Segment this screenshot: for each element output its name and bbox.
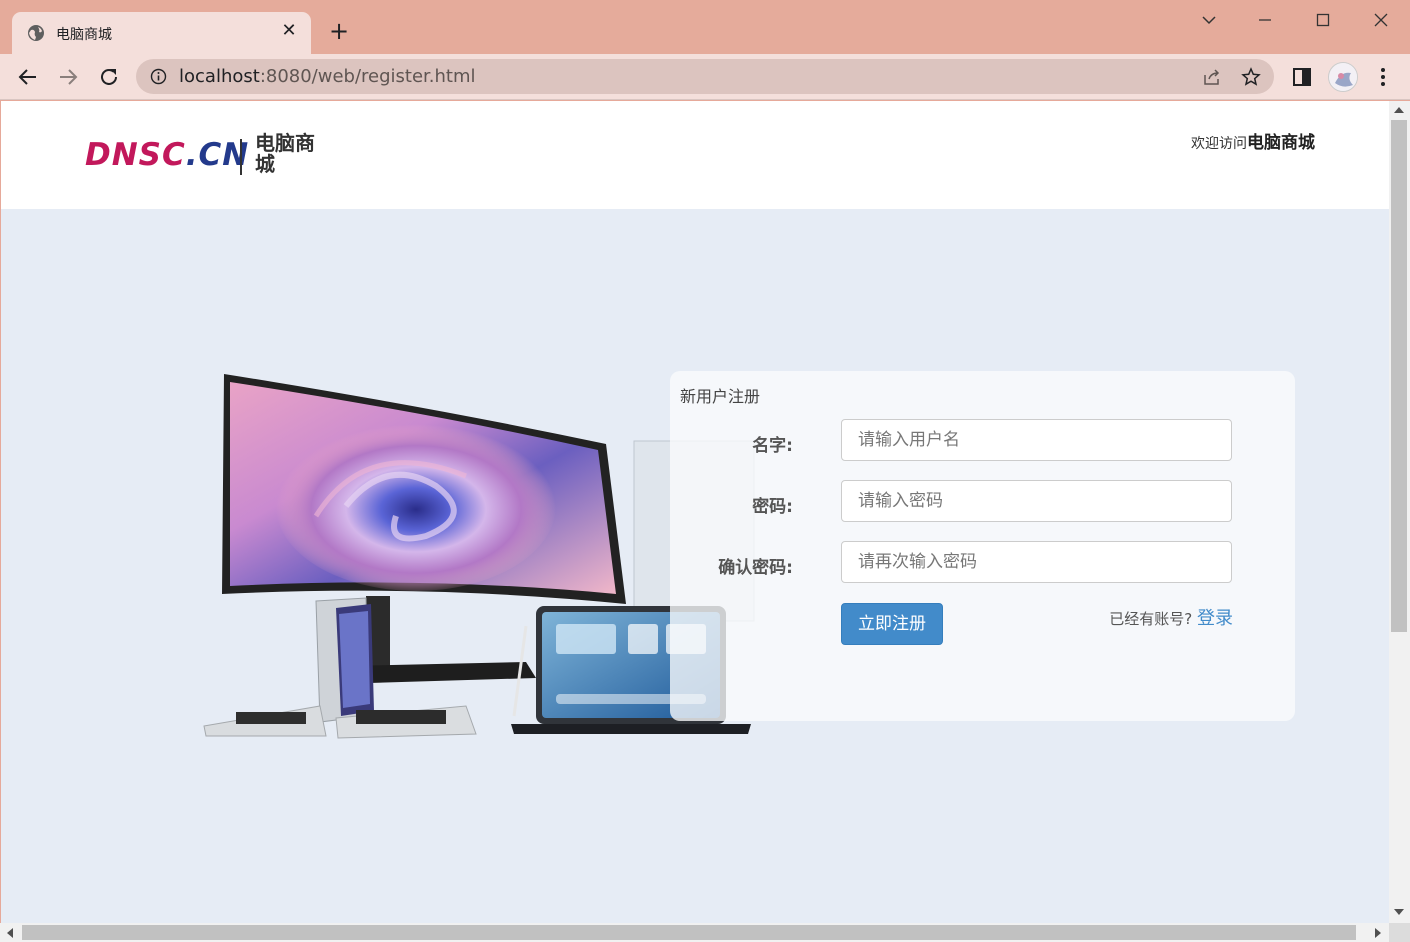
minimize-icon[interactable] [1253, 8, 1277, 32]
browser-titlebar: 电脑商城 ✕ + [0, 0, 1410, 54]
welcome-site-name: 电脑商城 [1247, 133, 1315, 153]
login-prompt: 已经有账号? 登录 [1109, 604, 1233, 630]
url-text[interactable]: localhost:8080/web/register.html [179, 66, 476, 87]
confirm-password-row: 确认密码: [670, 541, 1295, 585]
close-window-icon[interactable] [1369, 8, 1393, 32]
username-input[interactable] [841, 419, 1232, 461]
password-input[interactable] [841, 480, 1232, 522]
back-icon[interactable] [15, 64, 41, 90]
scroll-up-arrow-icon[interactable] [1394, 107, 1404, 113]
profile-picture-icon [1329, 63, 1357, 91]
welcome-prefix: 欢迎访问 [1191, 136, 1247, 152]
login-link[interactable]: 登录 [1197, 608, 1233, 629]
reload-icon[interactable] [96, 64, 122, 90]
username-row: 名字: [670, 419, 1295, 463]
browser-tab[interactable]: 电脑商城 ✕ [12, 12, 311, 54]
maximize-icon[interactable] [1311, 8, 1335, 32]
password-label: 密码: [752, 497, 793, 517]
username-label: 名字: [752, 436, 793, 456]
close-tab-icon[interactable]: ✕ [279, 21, 299, 41]
confirm-password-label: 确认密码: [718, 558, 793, 578]
welcome-message: 欢迎访问电脑商城 [1191, 128, 1315, 153]
panel-title: 新用户注册 [680, 387, 761, 406]
side-panel-icon[interactable] [1291, 66, 1313, 88]
profile-avatar[interactable] [1328, 62, 1358, 92]
scrollbar-corner [1389, 923, 1410, 942]
address-bar[interactable]: localhost:8080/web/register.html [136, 59, 1274, 94]
page-viewport: DNSC.CN 电脑商城 欢迎访问电脑商城 新用户注册 名字: 请输入用户名 密… [1, 101, 1389, 923]
new-tab-icon[interactable]: + [326, 19, 352, 45]
have-account-text: 已经有账号? [1109, 610, 1193, 628]
forward-icon[interactable] [55, 64, 81, 90]
horizontal-scrollbar[interactable] [0, 923, 1389, 942]
bookmark-star-icon[interactable] [1240, 66, 1262, 88]
confirm-password-input[interactable] [841, 541, 1232, 583]
register-panel: 新用户注册 名字: 密码: 确认密码: 立即注册 已经有账号? 登录 [670, 371, 1295, 721]
scroll-down-arrow-icon[interactable] [1394, 909, 1404, 915]
password-row: 密码: [670, 480, 1295, 524]
browser-toolbar: localhost:8080/web/register.html [0, 54, 1410, 100]
scroll-left-arrow-icon[interactable] [7, 928, 13, 938]
register-button[interactable]: 立即注册 [841, 603, 943, 645]
horizontal-scroll-thumb[interactable] [22, 925, 1356, 940]
logo-wordmark: DNSC.CN [85, 137, 249, 173]
more-menu-icon[interactable] [1372, 65, 1394, 89]
share-icon[interactable] [1201, 66, 1223, 88]
url-host: localhost [179, 66, 260, 87]
logo-chinese-text: 电脑商城 [255, 131, 315, 176]
vertical-scroll-thumb[interactable] [1391, 120, 1407, 632]
logo-divider [240, 139, 242, 175]
vertical-scrollbar[interactable] [1389, 101, 1410, 923]
url-path: :8080/web/register.html [259, 66, 476, 87]
scroll-right-arrow-icon[interactable] [1375, 928, 1381, 938]
site-header: DNSC.CN 电脑商城 欢迎访问电脑商城 [1, 101, 1389, 209]
site-info-icon[interactable] [150, 68, 167, 85]
tab-title: 电脑商城 [56, 27, 112, 43]
logo-text-dnsc: DNSC [85, 137, 186, 173]
globe-icon [28, 25, 44, 41]
chevron-down-icon[interactable] [1197, 8, 1221, 32]
